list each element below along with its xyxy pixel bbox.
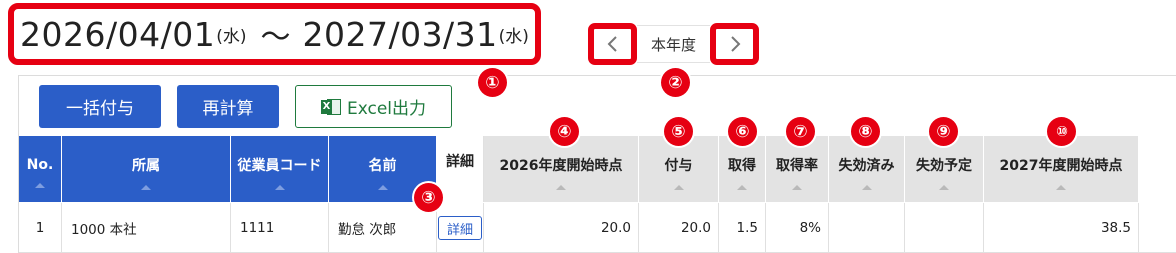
annotation-marker: ⑤ xyxy=(664,117,693,146)
annotation-marker: ⑦ xyxy=(786,117,815,146)
cell-detail: 詳細 xyxy=(437,203,484,253)
sort-icon xyxy=(556,184,566,190)
detail-button[interactable]: 詳細 xyxy=(438,216,482,240)
col-header-detail: 詳細 xyxy=(437,136,484,202)
chevron-left-icon xyxy=(598,30,627,58)
period-separator: 〜 xyxy=(260,20,291,55)
col-header-dept[interactable]: 所属 xyxy=(62,136,231,202)
excel-export-button[interactable]: X Excel出力 xyxy=(295,85,452,128)
cell-taken: 1.5 xyxy=(719,203,766,253)
sort-icon xyxy=(861,184,872,190)
col-header-rate[interactable]: 取得率 xyxy=(766,136,829,202)
annotation-marker: ⑨ xyxy=(929,117,958,146)
col-header-start-balance[interactable]: 2026年度開始時点 xyxy=(484,136,639,202)
bulk-grant-button[interactable]: 一括付与 xyxy=(39,85,161,128)
cell-name: 勤怠 次郎 xyxy=(329,203,437,253)
current-year-label: 本年度 xyxy=(637,25,710,63)
period-end-date: 2027/03/31 xyxy=(302,14,498,54)
col-header-employee-code[interactable]: 従業員コード xyxy=(231,136,329,202)
sort-icon xyxy=(673,184,684,190)
chevron-right-icon xyxy=(720,30,749,58)
sort-icon xyxy=(35,182,45,188)
sort-icon xyxy=(792,184,802,190)
prev-year-button[interactable] xyxy=(588,23,637,65)
annotation-marker: ① xyxy=(478,68,507,97)
period-range: 2026/04/01 (水) 〜 2027/03/31 (水) xyxy=(8,3,541,65)
sort-icon xyxy=(141,184,151,190)
sort-icon xyxy=(274,184,285,190)
excel-export-label: Excel出力 xyxy=(346,99,427,119)
annotation-marker: ⑧ xyxy=(851,117,880,146)
cell-expiring xyxy=(905,203,984,253)
excel-icon: X xyxy=(320,98,341,116)
cell-rate: 8% xyxy=(766,203,829,253)
annotation-marker: ③ xyxy=(414,183,443,212)
period-start-date: 2026/04/01 xyxy=(20,14,216,54)
period-end-weekday: (水) xyxy=(498,26,529,47)
annotation-marker: ⑥ xyxy=(728,117,757,146)
annotation-marker: ② xyxy=(661,68,690,97)
cell-expired xyxy=(829,203,905,253)
period-start-weekday: (水) xyxy=(216,26,247,47)
sort-icon xyxy=(377,184,388,190)
sort-icon xyxy=(939,184,949,190)
next-year-button[interactable] xyxy=(710,23,759,65)
cell-employee-code: 1111 xyxy=(231,203,329,253)
cell-no: 1 xyxy=(19,203,62,253)
col-header-no[interactable]: No. xyxy=(19,136,62,202)
annotation-marker: ④ xyxy=(550,117,579,146)
recalculate-button[interactable]: 再計算 xyxy=(177,85,279,128)
annotation-marker: ⑩ xyxy=(1047,117,1076,146)
cell-granted: 20.0 xyxy=(639,203,719,253)
sort-icon xyxy=(1056,184,1066,190)
cell-start-balance: 20.0 xyxy=(484,203,639,253)
cell-dept: 1000 本社 xyxy=(62,203,231,253)
sort-icon xyxy=(737,184,747,190)
cell-end-balance: 38.5 xyxy=(984,203,1139,253)
